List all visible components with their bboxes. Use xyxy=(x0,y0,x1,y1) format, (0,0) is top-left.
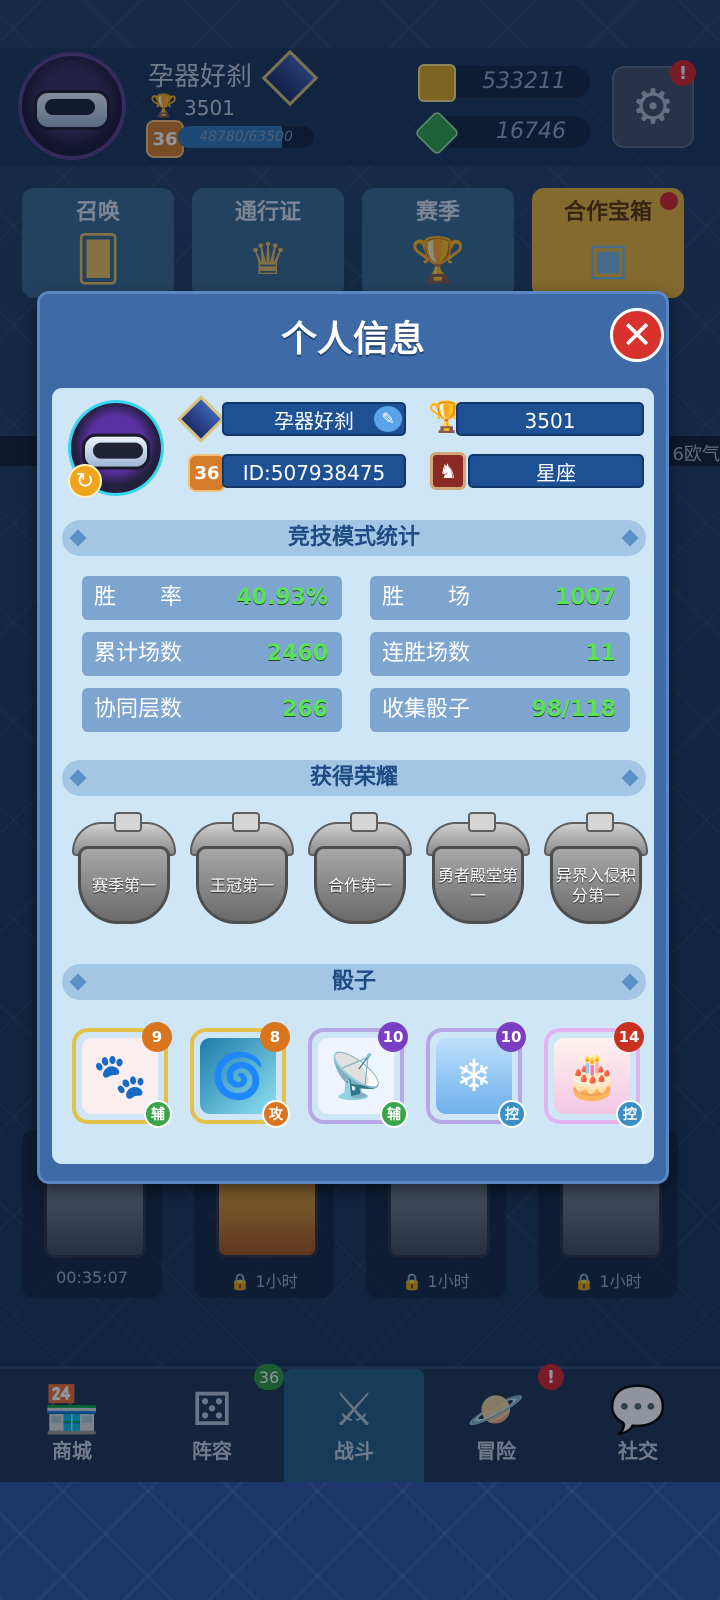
close-button[interactable]: ✕ xyxy=(610,308,664,362)
stat-win-rate: 胜 率 40.93% xyxy=(82,576,342,620)
stat-label: 收集骰子 xyxy=(382,697,471,722)
stat-total-games: 累计场数 2460 xyxy=(82,632,342,676)
dice-slot-3[interactable]: 📡 10 辅 xyxy=(308,1022,408,1128)
dice-level: 14 xyxy=(614,1022,644,1052)
diamond-icon xyxy=(621,529,639,547)
cake-icon: 🎂 xyxy=(554,1038,630,1114)
honor-label: 合作第一 xyxy=(327,876,392,895)
modal-title: 个人信息 xyxy=(280,319,425,360)
snowflake-icon: ❄ xyxy=(436,1038,512,1114)
stat-win-streak: 连胜场数 11 xyxy=(370,632,630,676)
paw-icon: 🐾 xyxy=(82,1038,158,1114)
refresh-avatar-button[interactable]: ↻ xyxy=(68,464,102,498)
constellation-icon: ♞ xyxy=(430,452,466,490)
goggle-icon xyxy=(82,433,150,470)
dice-slot-1[interactable]: 🐾 9 辅 xyxy=(72,1022,172,1128)
dice-type-tag: 控 xyxy=(498,1100,526,1128)
rank-badge-icon xyxy=(176,394,226,444)
diamond-icon xyxy=(69,973,87,991)
level-badge: 36 xyxy=(188,454,226,492)
stat-label: 连胜场数 xyxy=(382,641,471,666)
stat-label: 累计场数 xyxy=(94,641,183,666)
dice-type-tag: 控 xyxy=(616,1100,644,1128)
stat-value: 11 xyxy=(585,641,616,666)
dice-slot-4[interactable]: ❄ 10 控 xyxy=(426,1022,526,1128)
pencil-icon: ✎ xyxy=(381,409,395,428)
diamond-icon xyxy=(69,769,87,787)
stats-title: 竞技模式统计 xyxy=(287,525,420,550)
profile-panel: ↻ 孕器好刹 ✎ 🏆 3501 36 ID:507938475 ♞ 星座 竞技模… xyxy=(52,388,654,1164)
dice-type-tag: 攻 xyxy=(262,1100,290,1128)
stat-value: 1007 xyxy=(554,585,616,610)
diamond-icon xyxy=(69,529,87,547)
stat-label: 胜 率 xyxy=(94,585,183,610)
stat-value: 266 xyxy=(282,697,328,722)
stat-dice-collected: 收集骰子 98/118 xyxy=(370,688,630,732)
honor-crown-first[interactable]: 王冠第一 xyxy=(190,812,294,930)
honor-label: 赛季第一 xyxy=(91,876,156,895)
stat-label: 协同层数 xyxy=(94,697,183,722)
honor-season-first[interactable]: 赛季第一 xyxy=(72,812,176,930)
vortex-icon: 🌀 xyxy=(200,1038,276,1114)
honor-label: 异界入侵积分第一 xyxy=(555,866,636,905)
constellation-field: 星座 xyxy=(468,454,644,488)
dice-level: 10 xyxy=(378,1022,408,1052)
stat-coop-layers: 协同层数 266 xyxy=(82,688,342,732)
dice-type-tag: 辅 xyxy=(144,1100,172,1128)
dice-slot-2[interactable]: 🌀 8 攻 xyxy=(190,1022,290,1128)
stats-section-header: 竞技模式统计 xyxy=(62,520,646,556)
stat-wins: 胜 场 1007 xyxy=(370,576,630,620)
diamond-icon xyxy=(621,973,639,991)
honor-label: 王冠第一 xyxy=(209,876,274,895)
id-field: ID:507938475 xyxy=(222,454,406,488)
profile-name: 孕器好刹 xyxy=(274,409,354,433)
honors-section-header: 获得荣耀 xyxy=(62,760,646,796)
name-field: 孕器好刹 ✎ xyxy=(222,402,406,436)
dice-level: 8 xyxy=(260,1022,290,1052)
dice-slot-5[interactable]: 🎂 14 控 xyxy=(544,1022,644,1128)
honor-coop-first[interactable]: 合作第一 xyxy=(308,812,412,930)
honor-label: 勇者殿堂第一 xyxy=(437,866,518,905)
close-icon: ✕ xyxy=(621,313,653,357)
stat-value: 40.93% xyxy=(236,585,328,610)
dice-level: 10 xyxy=(496,1022,526,1052)
dice-type-tag: 辅 xyxy=(380,1100,408,1128)
edit-name-button[interactable]: ✎ xyxy=(374,406,402,432)
stat-value: 98/118 xyxy=(531,697,616,722)
refresh-icon: ↻ xyxy=(75,468,95,494)
dice-level: 9 xyxy=(142,1022,172,1052)
profile-modal: 个人信息 ✕ ↻ 孕器好刹 ✎ 🏆 3501 36 ID:507938475 ♞… xyxy=(37,291,669,1184)
honors-title: 获得荣耀 xyxy=(309,765,398,790)
honor-invasion-first[interactable]: 异界入侵积分第一 xyxy=(544,812,648,930)
trophy-field: 3501 xyxy=(456,402,644,436)
dice-title: 骰子 xyxy=(331,969,376,994)
stat-value: 2460 xyxy=(266,641,328,666)
dice-section-header: 骰子 xyxy=(62,964,646,1000)
diamond-icon xyxy=(621,769,639,787)
signal-icon: 📡 xyxy=(318,1038,394,1114)
honor-hall-first[interactable]: 勇者殿堂第一 xyxy=(426,812,530,930)
stat-label: 胜 场 xyxy=(382,585,471,610)
